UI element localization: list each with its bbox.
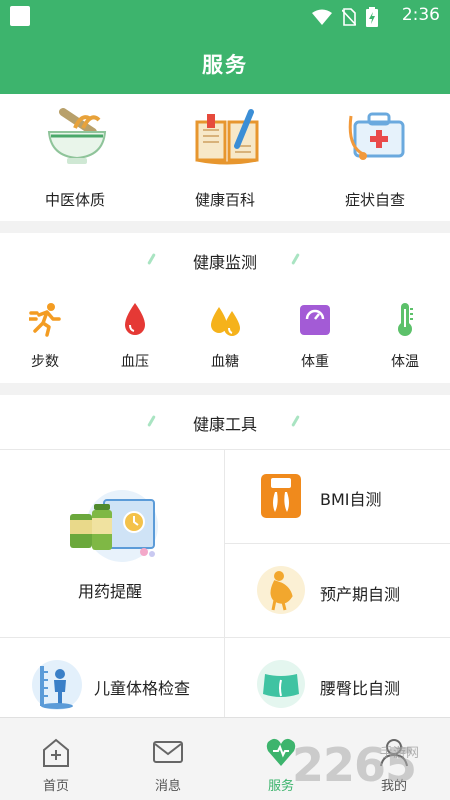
monitor-temperature[interactable]: 体温	[360, 301, 450, 373]
health-monitor-section: 健康监测 步数 血压 血糖 体重 体温	[0, 233, 450, 383]
herbal-mortar-icon	[47, 108, 107, 164]
service-label: 症状自查	[344, 191, 405, 209]
service-label: 中医体质	[44, 191, 105, 209]
tool-label: BMI自测	[320, 490, 382, 509]
tool-label: 用药提醒	[78, 582, 143, 601]
status-bar: 2:36	[0, 0, 450, 31]
running-icon	[29, 303, 61, 337]
monitor-label: 体温	[391, 354, 419, 370]
notification-icon	[10, 6, 30, 26]
section-title: 健康监测	[192, 253, 257, 272]
tool-child-physique[interactable]: 儿童体格检查	[0, 638, 224, 717]
monitor-label: 血糖	[211, 354, 239, 370]
page-title: 服务	[202, 53, 248, 77]
monitor-label: 体重	[301, 354, 329, 370]
pregnancy-icon	[257, 566, 305, 614]
clock: 2:36	[401, 5, 440, 25]
watermark-text: 手游网	[380, 746, 420, 761]
encyclopedia-book-icon	[195, 109, 259, 165]
app-header: 服务	[0, 31, 450, 94]
section-title: 健康工具	[192, 415, 257, 434]
monitor-blood-pressure[interactable]: 血压	[90, 301, 180, 373]
nav-home[interactable]: 首页	[0, 718, 112, 800]
service-symptom-check[interactable]: 症状自查	[300, 94, 450, 221]
monitor-label: 步数	[31, 354, 59, 370]
status-icons	[312, 7, 378, 27]
monitor-label: 血压	[121, 354, 149, 370]
tool-label: 儿童体格检查	[94, 679, 191, 698]
nav-label: 首页	[42, 779, 69, 794]
battery-icon	[366, 7, 378, 27]
tool-label: 腰臀比自测	[320, 679, 401, 698]
nav-messages[interactable]: 消息	[112, 718, 224, 800]
service-tcm-constitution[interactable]: 中医体质	[0, 94, 150, 221]
medication-bottles-icon	[70, 490, 158, 562]
monitor-steps[interactable]: 步数	[0, 301, 90, 373]
body-scale-icon	[261, 474, 301, 518]
tool-bmi[interactable]: BMI自测	[225, 450, 450, 543]
tool-medication-reminder[interactable]: 用药提醒	[0, 450, 224, 637]
home-icon	[43, 738, 69, 767]
waist-hip-icon	[257, 660, 305, 708]
medical-kit-icon	[348, 112, 405, 160]
monitor-weight[interactable]: 体重	[270, 301, 360, 373]
tool-waist-hip[interactable]: 腰臀比自测	[225, 638, 450, 717]
service-health-encyclopedia[interactable]: 健康百科	[150, 94, 300, 221]
child-height-icon	[32, 660, 82, 710]
no-sim-icon	[342, 8, 356, 26]
blood-drop-icon	[125, 303, 145, 335]
service-label: 健康百科	[194, 191, 255, 209]
sugar-drops-icon	[211, 307, 240, 336]
services-grid: 中医体质 健康百科 症状自查	[0, 94, 450, 221]
tool-due-date[interactable]: 预产期自测	[225, 544, 450, 637]
scale-icon	[300, 305, 330, 335]
tool-label: 预产期自测	[320, 585, 401, 604]
wifi-icon	[312, 9, 332, 25]
monitor-blood-sugar[interactable]: 血糖	[180, 301, 270, 373]
thermometer-icon	[398, 303, 413, 336]
health-tools-section: 健康工具 用药提醒 BMI自测 预产期自测 儿童体格检查 腰臀比自测	[0, 395, 450, 717]
mail-icon	[153, 741, 183, 763]
nav-label: 消息	[154, 779, 181, 794]
